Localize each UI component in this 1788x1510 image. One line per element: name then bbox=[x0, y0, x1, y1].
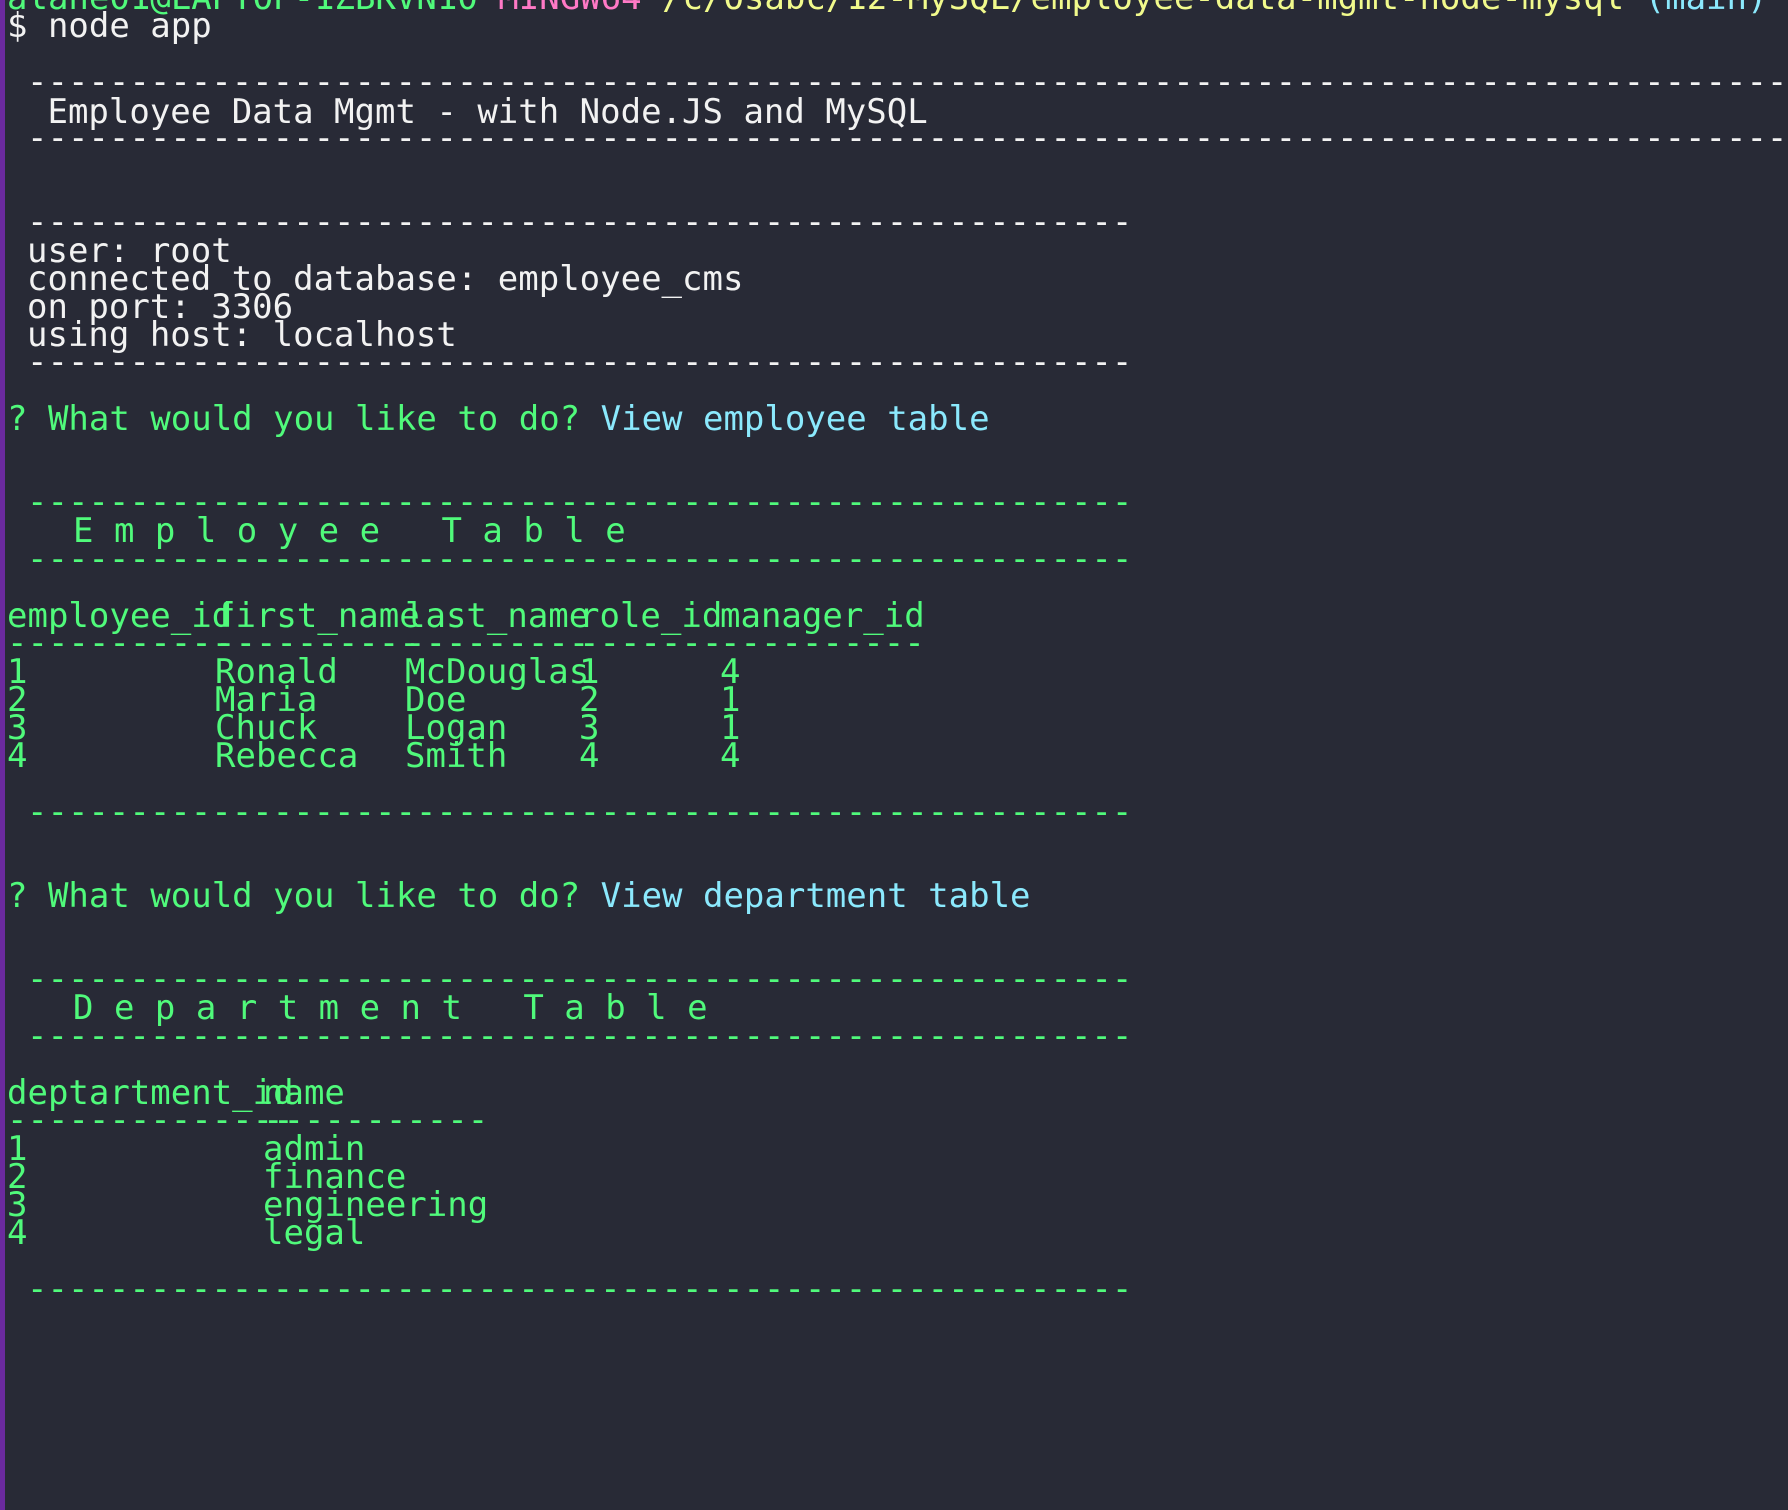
shell-prompt-line: alane01@LAPTOP-1ZBKVN10 MINGW64 /c/Osabc… bbox=[7, 0, 1767, 15]
command-line: $ node app bbox=[7, 6, 212, 46]
cell-first-name: Rebecca bbox=[215, 736, 359, 776]
cell-department-id: 4 bbox=[7, 1213, 28, 1253]
prompt-path: /c/Osabc/12-MySQL/employee-data-mgmt-nod… bbox=[662, 0, 1624, 18]
cell-department-name: legal bbox=[263, 1213, 366, 1253]
department-rule-bottom: ----------------------------------------… bbox=[27, 1269, 1133, 1309]
prompt-question: ? What would you like to do? bbox=[7, 876, 581, 916]
terminal-window[interactable]: alane01@LAPTOP-1ZBKVN10 MINGW64 /c/Osabc… bbox=[0, 0, 1788, 1510]
inquirer-prompt-2: ? What would you like to do? View depart… bbox=[7, 879, 1031, 913]
department-rule-mid: ----------------------------------------… bbox=[27, 1016, 1133, 1056]
employee-rule-mid: ----------------------------------------… bbox=[27, 539, 1133, 579]
department-underline-1: -------------- bbox=[7, 1100, 294, 1140]
cell-last-name: Smith bbox=[405, 736, 508, 776]
connection-rule-bottom: ----------------------------------------… bbox=[27, 342, 1133, 382]
prompt-branch: (main) bbox=[1645, 0, 1768, 18]
employee-underline-5: ---------- bbox=[720, 623, 925, 663]
employee-underline-4: ------- bbox=[579, 623, 723, 663]
cell-role-id: 4 bbox=[579, 736, 600, 776]
cell-manager-id: 4 bbox=[720, 736, 741, 776]
prompt-answer: View department table bbox=[600, 876, 1031, 916]
banner-rule-bottom: ----------------------------------------… bbox=[27, 118, 1788, 158]
cell-employee-id: 4 bbox=[7, 736, 28, 776]
employee-rule-bottom: ----------------------------------------… bbox=[27, 792, 1133, 832]
inquirer-prompt-1: ? What would you like to do? View employ… bbox=[7, 402, 990, 436]
employee-underline-1: ----------- bbox=[7, 623, 233, 663]
prompt-question: ? What would you like to do? bbox=[7, 399, 581, 439]
prompt-env: MINGW64 bbox=[498, 0, 641, 18]
prompt-answer: View employee table bbox=[600, 399, 990, 439]
